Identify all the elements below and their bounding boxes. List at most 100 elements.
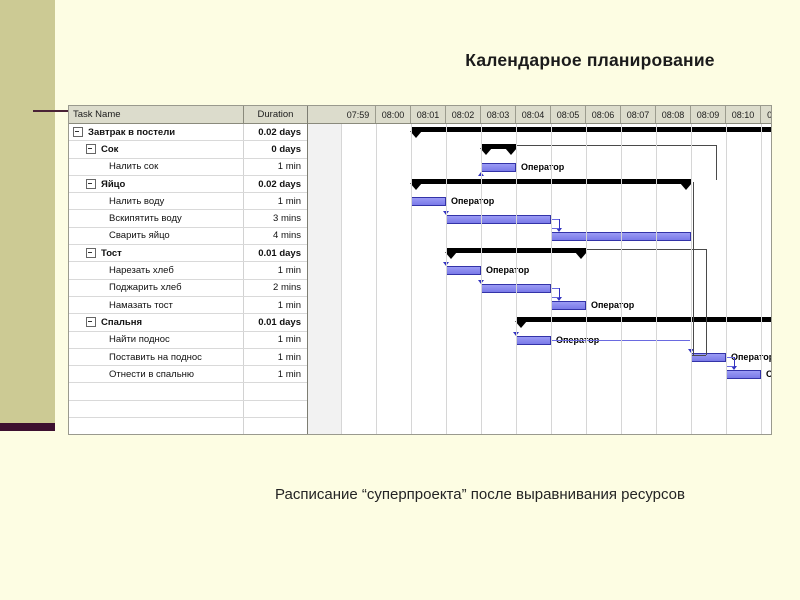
task-bar[interactable]: [411, 197, 446, 207]
cell-task-name[interactable]: Найти поднос: [69, 331, 244, 348]
cell-task-name[interactable]: Спальня: [69, 314, 244, 331]
cell-duration[interactable]: 1 min: [244, 332, 307, 348]
summary-bar[interactable]: [515, 317, 771, 329]
cell-duration[interactable]: [244, 383, 307, 399]
summary-connector: [716, 145, 717, 180]
task-name-label: Яйцо: [101, 178, 126, 190]
collapse-toggle-icon[interactable]: [86, 179, 96, 190]
task-bar[interactable]: [551, 301, 586, 310]
cell-duration[interactable]: 0.02 days: [244, 176, 307, 192]
cell-duration[interactable]: 4 mins: [244, 228, 307, 244]
task-name-label: Сок: [101, 143, 119, 155]
cell-task-name[interactable]: [69, 400, 244, 418]
table-row[interactable]: Поставить на поднос 1 min: [69, 348, 307, 367]
task-bar[interactable]: [516, 335, 551, 345]
table-row[interactable]: [69, 400, 307, 419]
cell-task-name[interactable]: Отнести в спальню: [69, 366, 244, 383]
cell-task-name[interactable]: Завтрак в постели: [69, 124, 244, 141]
task-table-body: Завтрак в постели 0.02 days Сок 0 days Налит…: [69, 124, 307, 434]
resource-label: Оператор: [766, 369, 771, 379]
cell-task-name[interactable]: [69, 418, 244, 434]
timescale-tick: 08:07: [621, 106, 656, 123]
gridline: [656, 124, 657, 434]
task-name-label: Тост: [101, 247, 122, 259]
collapse-toggle-icon[interactable]: [86, 248, 96, 259]
collapse-toggle-icon[interactable]: [73, 127, 83, 138]
cell-duration[interactable]: 1 min: [244, 193, 307, 209]
summary-bar[interactable]: [410, 127, 771, 138]
cell-duration[interactable]: 1 min: [244, 262, 307, 278]
table-row[interactable]: Налить сок 1 min: [69, 158, 307, 176]
cell-duration[interactable]: 3 mins: [244, 210, 307, 226]
cell-duration[interactable]: 0.02 days: [244, 124, 307, 140]
dependency-link: [551, 218, 559, 220]
task-name-label: Налить сок: [109, 161, 159, 173]
summary-bar[interactable]: [480, 144, 517, 156]
table-row[interactable]: Тост 0.01 days: [69, 245, 307, 263]
cell-task-name[interactable]: Яйцо: [69, 175, 244, 193]
timescale-tick: 08:02: [446, 106, 481, 123]
task-bar[interactable]: [446, 266, 481, 276]
resource-label: Оператор: [591, 300, 635, 310]
dependency-link: [726, 356, 734, 358]
dependency-link: [551, 287, 559, 289]
cell-task-name[interactable]: Сварить яйцо: [69, 227, 244, 245]
table-row[interactable]: Намазать тост 1 min: [69, 296, 307, 315]
table-row[interactable]: Вскипятить воду 3 mins: [69, 210, 307, 228]
task-bar[interactable]: [726, 370, 761, 380]
cell-task-name[interactable]: Вскипятить воду: [69, 210, 244, 227]
resource-label: Оператор: [731, 351, 771, 362]
table-row[interactable]: Завтрак в постели 0.02 days: [69, 124, 307, 142]
column-header-duration[interactable]: Duration: [244, 106, 307, 123]
cell-duration[interactable]: [244, 418, 307, 434]
table-row[interactable]: [69, 383, 307, 401]
gridline: [621, 124, 622, 434]
task-bar[interactable]: [446, 214, 551, 224]
table-row[interactable]: Отнести в спальню 1 min: [69, 366, 307, 384]
gridline: [341, 124, 342, 434]
cell-task-name[interactable]: Поджарить хлеб: [69, 279, 244, 296]
cell-duration[interactable]: 0.01 days: [244, 245, 307, 261]
gridline: [481, 124, 482, 434]
cell-duration[interactable]: [244, 401, 307, 417]
cell-duration[interactable]: 1 min: [244, 297, 307, 313]
table-row[interactable]: Нарезать хлеб 1 min: [69, 262, 307, 280]
table-row[interactable]: Сварить яйцо 4 mins: [69, 227, 307, 246]
gridline: [411, 124, 412, 434]
cell-task-name[interactable]: Намазать тост: [69, 296, 244, 314]
task-bar[interactable]: [481, 162, 516, 172]
table-row[interactable]: Поджарить хлеб 2 mins: [69, 279, 307, 297]
summary-connector: [516, 145, 716, 147]
cell-task-name[interactable]: Сок: [69, 141, 244, 158]
task-name-label: Спальня: [101, 316, 143, 328]
gantt-screenshot: Task Name Duration Завтрак в постели 0.02…: [68, 105, 772, 435]
cell-task-name[interactable]: [69, 383, 244, 400]
table-row[interactable]: Налить воду 1 min: [69, 193, 307, 211]
gantt-chart: 07:59 08:00 08:01 08:02 08:03 08:04 08:05 08:06…: [308, 106, 771, 434]
cell-duration[interactable]: 0 days: [244, 141, 307, 157]
table-row[interactable]: Яйцо 0.02 days: [69, 175, 307, 194]
task-name-label: Найти поднос: [109, 334, 170, 346]
cell-duration[interactable]: 1 min: [244, 349, 307, 365]
cell-duration[interactable]: 1 min: [244, 366, 307, 382]
cell-task-name[interactable]: Налить воду: [69, 193, 244, 210]
resource-label: Оператор: [521, 161, 565, 172]
cell-task-name[interactable]: Нарезать хлеб: [69, 262, 244, 279]
timescale-tick: 08:04: [516, 106, 551, 123]
table-row[interactable]: Спальня 0.01 days: [69, 314, 307, 332]
cell-duration[interactable]: 2 mins: [244, 280, 307, 296]
collapse-toggle-icon[interactable]: [86, 317, 96, 328]
task-name-label: Нарезать хлеб: [109, 265, 174, 277]
cell-task-name[interactable]: Налить сок: [69, 158, 244, 175]
table-row[interactable]: Найти поднос 1 min: [69, 331, 307, 349]
column-header-task-name[interactable]: Task Name: [69, 106, 244, 123]
cell-task-name[interactable]: Тост: [69, 245, 244, 262]
table-row[interactable]: [69, 418, 307, 434]
cell-duration[interactable]: 0.01 days: [244, 314, 307, 330]
collapse-toggle-icon[interactable]: [86, 144, 96, 155]
table-row[interactable]: Сок 0 days: [69, 141, 307, 159]
slide-caption: Расписание “суперпроекта” после выравнив…: [275, 486, 685, 503]
cell-task-name[interactable]: Поставить на поднос: [69, 348, 244, 366]
cell-duration[interactable]: 1 min: [244, 159, 307, 175]
timescale-tick: 08:10: [726, 106, 761, 123]
